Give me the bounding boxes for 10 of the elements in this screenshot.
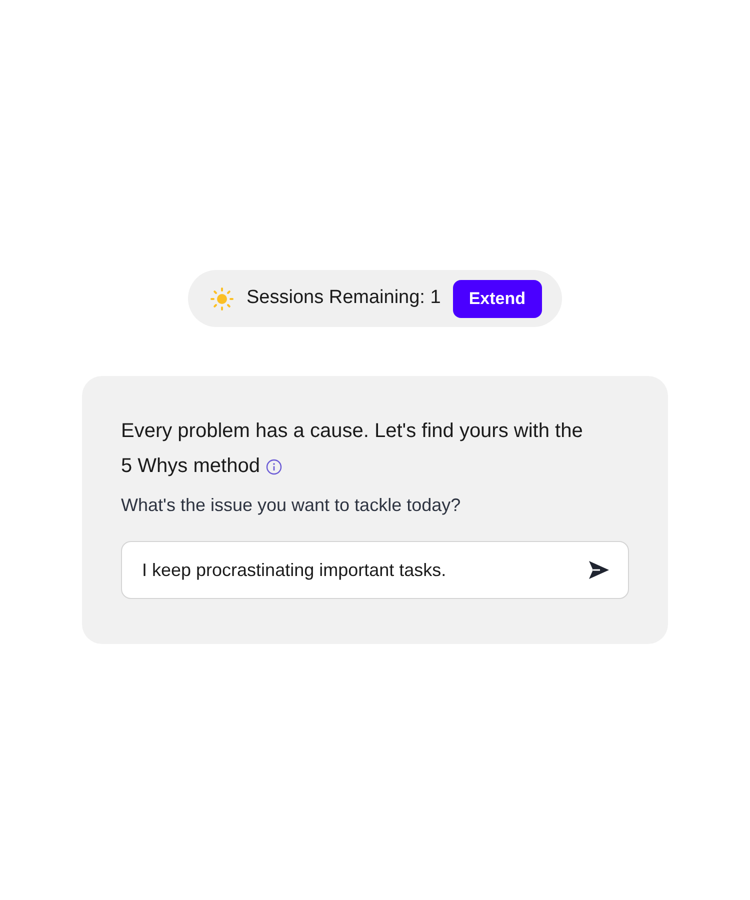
send-icon bbox=[588, 560, 610, 580]
prompt: What's the issue you want to tackle today? bbox=[121, 494, 462, 517]
info-icon[interactable] bbox=[266, 458, 282, 474]
sessions-remaining-label: Sessions Remaining: 1 bbox=[246, 286, 441, 310]
headline: 5 Whys method bbox=[121, 454, 260, 479]
message-field[interactable]: I keep procrastinating important tasks. bbox=[121, 541, 629, 599]
headline: Every problem has a cause. Let's find yours with the bbox=[121, 419, 583, 444]
sun-icon bbox=[210, 286, 234, 310]
extend-button[interactable]: Extend bbox=[452, 280, 542, 318]
input-field[interactable]: I keep procrastinating important tasks. bbox=[142, 556, 586, 584]
